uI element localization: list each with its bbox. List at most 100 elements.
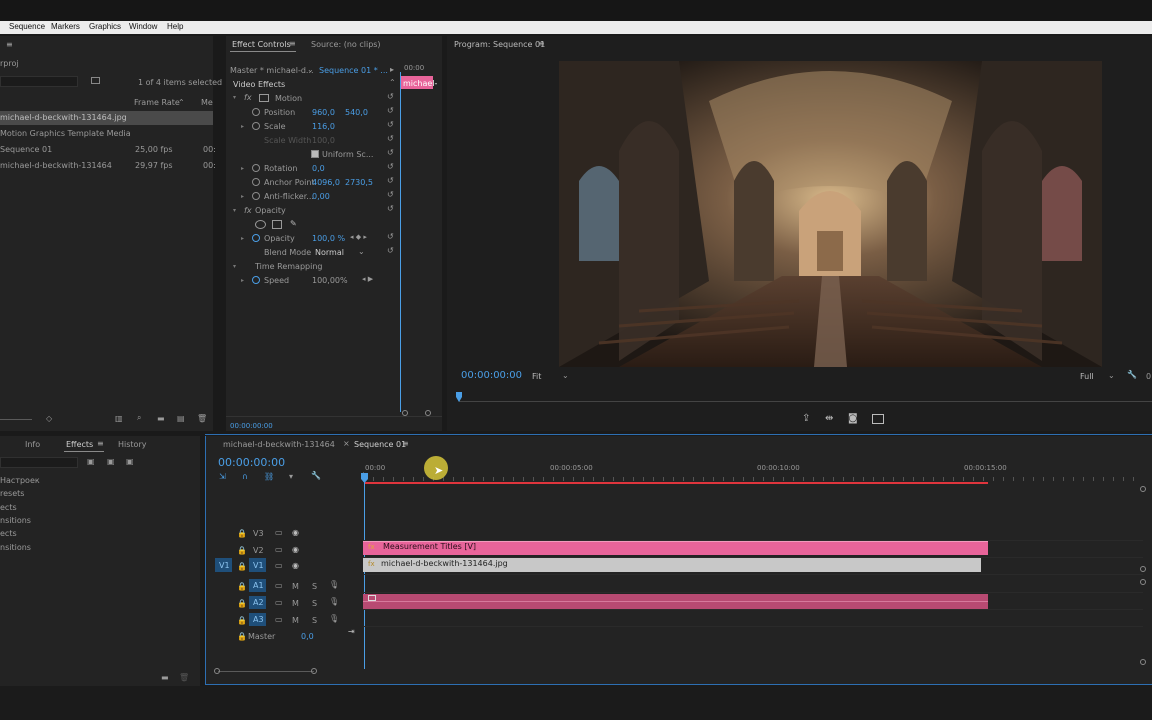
stopwatch-icon[interactable] [252, 234, 260, 242]
time-ruler[interactable]: 00:00 00:00:05:00 00:00:10:00 00:00:15:00 [363, 462, 1143, 484]
vertical-zoom-handle-icon[interactable] [1140, 566, 1146, 572]
reset-icon[interactable]: ↺ [387, 134, 394, 143]
reset-icon[interactable]: ↺ [387, 176, 394, 185]
project-item-name[interactable]: Motion Graphics Template Media [0, 129, 131, 138]
rotation-value[interactable]: 0,0 [312, 164, 325, 173]
camera-icon[interactable]: ◙ [848, 413, 858, 424]
program-video-frame[interactable] [559, 61, 1102, 367]
effect-controls-menu-icon[interactable]: ≡ [289, 39, 296, 48]
effects-folder-item[interactable]: resets [0, 489, 24, 498]
track-name-v3[interactable]: V3 [253, 529, 264, 538]
accelerated-effects-icon[interactable]: ▣ [87, 457, 95, 466]
menu-window[interactable]: Window [129, 22, 157, 31]
expand-scale-icon[interactable]: ▸ [241, 123, 244, 130]
column-frame-rate[interactable]: Frame Rate [134, 98, 180, 107]
add-marker-icon[interactable]: ▾ [289, 472, 293, 481]
mute-button[interactable]: M [292, 616, 299, 625]
microphone-icon[interactable]: 🎙 [329, 580, 339, 589]
horizontal-zoom-bar[interactable] [218, 671, 314, 672]
tab-effects[interactable]: Effects [66, 440, 93, 449]
master-clip-label[interactable]: Master * michael-d... [230, 66, 314, 75]
dropdown-icon[interactable]: ⌄ [1108, 371, 1115, 380]
zoom-slider-track[interactable] [0, 419, 32, 420]
effects-search-input[interactable] [0, 457, 78, 468]
new-bin-from-search-icon[interactable] [91, 77, 100, 84]
lock-icon[interactable]: 🔒 [237, 546, 247, 555]
sync-lock-icon[interactable]: ▭ [275, 581, 283, 590]
lock-icon[interactable]: 🔒 [237, 529, 247, 538]
safe-margins-icon[interactable] [872, 414, 884, 424]
menu-markers[interactable]: Markers [51, 22, 80, 31]
track-name-v2[interactable]: V2 [253, 546, 264, 555]
reset-icon[interactable]: ↺ [387, 204, 394, 213]
play-arrow-icon[interactable]: ▸ [390, 65, 394, 74]
menu-help[interactable]: Help [167, 22, 183, 31]
project-item-name[interactable]: Sequence 01 [0, 145, 52, 154]
timeline-menu-icon[interactable]: ≡ [402, 439, 409, 448]
rectangle-mask-icon[interactable] [272, 220, 282, 229]
mute-button[interactable]: M [292, 599, 299, 608]
blend-mode-select[interactable]: Normal [315, 248, 344, 257]
effects-menu-icon[interactable]: ≡ [97, 439, 104, 448]
trash-icon[interactable]: 🗑 [179, 673, 189, 682]
reset-icon[interactable]: ↺ [387, 232, 394, 241]
lock-icon[interactable]: 🔒 [237, 582, 247, 591]
program-timecode[interactable]: 00:00:00:00 [461, 370, 522, 381]
effects-folder-item[interactable]: nsitions [0, 543, 31, 552]
program-scrubber-track[interactable] [459, 401, 1152, 402]
effects-folder-item[interactable]: ects [0, 503, 17, 512]
speed-value[interactable]: 100,00% [312, 276, 348, 285]
zoom-handle-icon[interactable] [402, 410, 408, 416]
menu-graphics[interactable]: Graphics [89, 22, 121, 31]
project-item-name[interactable]: michael-d-beckwith-131464 [0, 161, 112, 170]
tab-history[interactable]: History [118, 440, 146, 449]
linked-selection-icon[interactable]: ⛓ [264, 472, 274, 481]
fx-badge-icon[interactable]: fx [368, 560, 375, 568]
expand-rotation-icon[interactable]: ▸ [241, 165, 244, 172]
motion-transform-icon[interactable] [259, 94, 269, 102]
vertical-zoom-handle-icon[interactable] [1140, 659, 1146, 665]
stopwatch-icon[interactable] [252, 276, 260, 284]
ec-timecode[interactable]: 00:00:00:00 [230, 422, 273, 430]
trash-icon[interactable]: 🗑 [197, 414, 207, 423]
tab-sequence-01[interactable]: Sequence 01 [354, 440, 406, 449]
program-menu-icon[interactable]: ≡ [538, 39, 545, 48]
fx-box-icon[interactable] [368, 595, 376, 601]
zoom-fit-select[interactable]: Fit [532, 372, 541, 381]
scroll-up-icon[interactable]: ⌃ [389, 78, 396, 87]
collapse-motion-icon[interactable]: ▾ [233, 94, 236, 101]
collapse-opacity-icon[interactable]: ▾ [233, 207, 236, 214]
mute-button[interactable]: M [292, 582, 299, 591]
resolution-select[interactable]: Full [1080, 372, 1094, 381]
stopwatch-icon[interactable] [252, 108, 260, 116]
eye-icon[interactable]: ◉ [292, 528, 299, 537]
anti-flicker-value[interactable]: 0,00 [312, 192, 330, 201]
sequence-clip-label[interactable]: Sequence 01 * ... [319, 66, 388, 75]
position-x-value[interactable]: 960,0 [312, 108, 335, 117]
stopwatch-icon[interactable] [252, 164, 260, 172]
zoom-handle-icon[interactable] [425, 410, 431, 416]
sort-ascending-icon[interactable]: ⌃ [178, 98, 185, 107]
program-monitor-title[interactable]: Program: Sequence 01 [454, 40, 545, 49]
lock-icon[interactable]: 🔒 [237, 632, 247, 641]
vertical-zoom-handle-icon[interactable] [1140, 486, 1146, 492]
new-item-icon[interactable]: ▤ [177, 414, 185, 423]
tab-info[interactable]: Info [25, 440, 40, 449]
stopwatch-icon[interactable] [252, 192, 260, 200]
lock-icon[interactable]: 🔒 [237, 616, 247, 625]
eye-icon[interactable]: ◉ [292, 545, 299, 554]
solo-button[interactable]: S [312, 599, 317, 608]
export-frame-icon[interactable]: ⇪ [802, 413, 810, 424]
keyframe-nav-icon[interactable]: ◂ ◆ ▸ [350, 233, 367, 241]
reset-icon[interactable]: ↺ [387, 246, 394, 255]
fx-badge-icon[interactable]: fx [368, 543, 375, 551]
sync-lock-icon[interactable]: ▭ [275, 615, 283, 624]
tab-source-sequence[interactable]: michael-d-beckwith-131464 [223, 440, 335, 449]
new-bin-icon[interactable]: ▬ [157, 414, 165, 423]
reset-icon[interactable]: ↺ [387, 120, 394, 129]
horizontal-zoom-handle-icon[interactable] [311, 668, 317, 674]
horizontal-zoom-handle-icon[interactable] [214, 668, 220, 674]
snap-magnet-icon[interactable]: ∩ [242, 472, 248, 481]
menu-sequence[interactable]: Sequence [9, 22, 45, 31]
fx-badge-icon[interactable]: fx [244, 93, 252, 102]
